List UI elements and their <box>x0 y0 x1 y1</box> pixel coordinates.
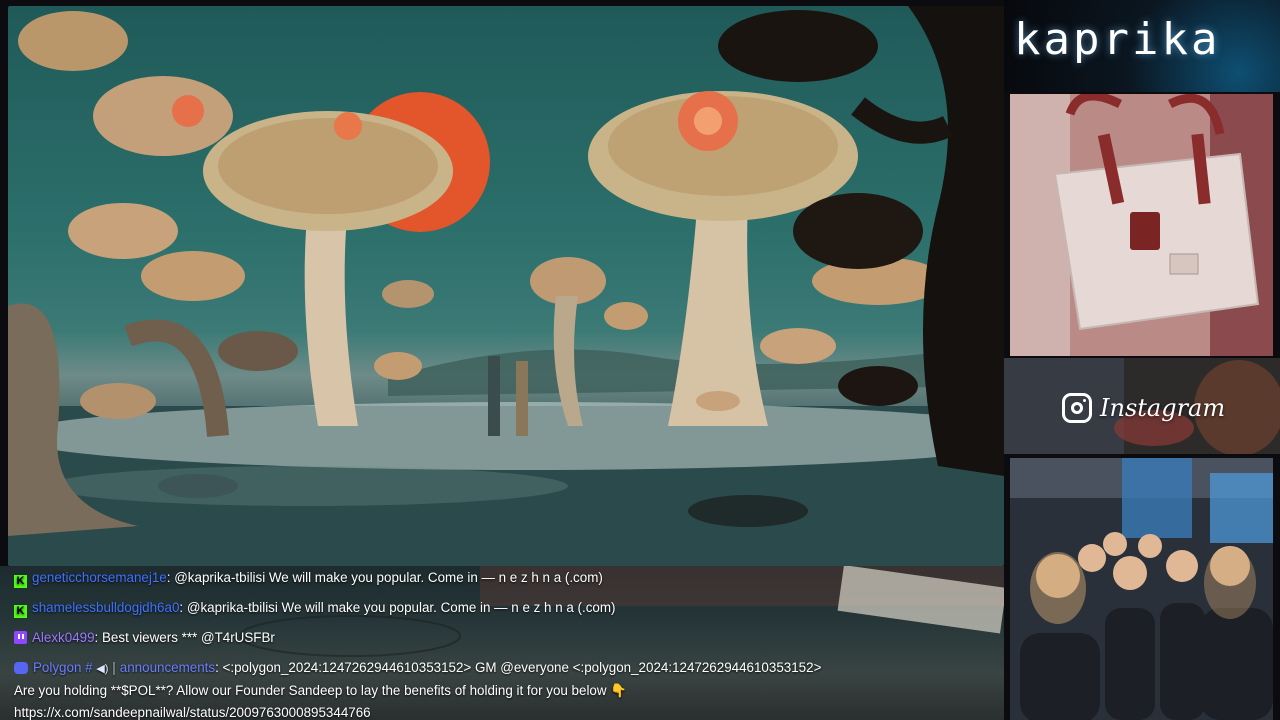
chat-username[interactable]: geneticchorsemanej1e <box>32 570 167 585</box>
main-scene-artwork <box>8 6 1004 566</box>
chat-text: @kaprika-tbilisi We will make you popula… <box>186 600 616 615</box>
instagram-label[interactable]: Instagram <box>1062 390 1225 426</box>
chat-message: Kgeneticchorsemanej1e: @kaprika-tbilisi … <box>14 570 603 588</box>
brand-title: kaprika <box>1014 14 1221 65</box>
twitch-icon <box>14 631 27 644</box>
chat-text: @kaprika-tbilisi We will make you popula… <box>174 570 603 585</box>
separator: | <box>112 660 116 675</box>
chat-username[interactable]: Polygon # <box>33 660 93 675</box>
chat-username[interactable]: shamelessbulldogjdh6a0 <box>32 600 179 615</box>
chat-link[interactable]: https://x.com/sandeepnailwal/status/2009… <box>14 705 371 720</box>
instagram-icon <box>1062 393 1092 423</box>
brand-header: kaprika <box>1004 0 1280 92</box>
chat-message: Polygon # ◀) | announcements: <:polygon_20… <box>14 660 821 675</box>
kick-icon: K <box>14 605 27 618</box>
handbag-illustration <box>1010 94 1273 356</box>
kick-icon: K <box>14 575 27 588</box>
chat-username[interactable]: Alexk0499 <box>32 630 95 645</box>
speaker-icon: ◀) <box>96 663 109 675</box>
chat-overlay: Kgeneticchorsemanej1e: @kaprika-tbilisi … <box>0 566 1004 720</box>
instagram-text: Instagram <box>1100 394 1226 422</box>
chat-message: Alexk0499: Best viewers *** @T4rUSFBr <box>14 630 275 645</box>
team-group-photo <box>1010 458 1273 720</box>
chat-channel[interactable]: announcements <box>120 660 215 675</box>
mushroom-landscape-illustration <box>8 6 1004 566</box>
handbag-photo <box>1010 94 1273 356</box>
chat-message-continued: Are you holding **$POL**? Allow our Foun… <box>14 683 627 698</box>
team-photo-illustration <box>1010 458 1273 720</box>
discord-icon <box>14 662 28 674</box>
chat-text: <:polygon_2024:1247262944610353152> GM @… <box>222 660 822 675</box>
chat-message: Kshamelessbulldogjdh6a0: @kaprika-tbilis… <box>14 600 615 618</box>
chat-text: Best viewers *** @T4rUSFBr <box>102 630 275 645</box>
